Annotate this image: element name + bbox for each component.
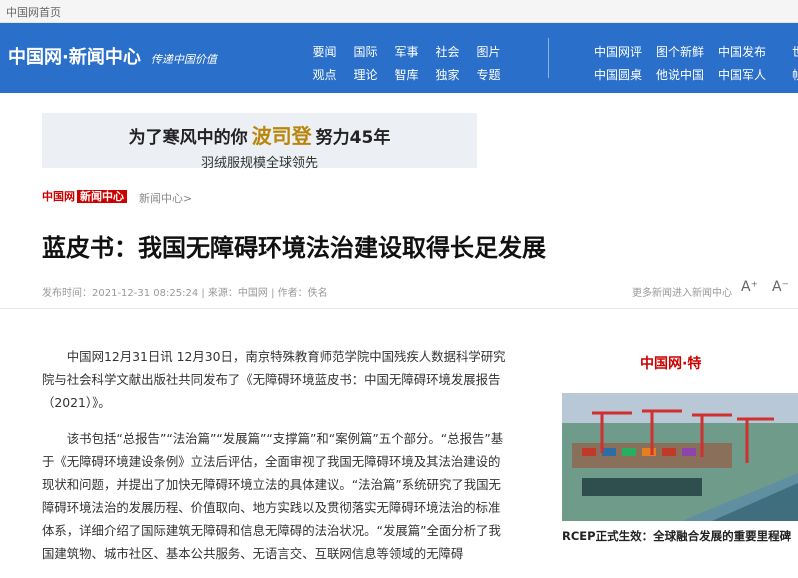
main-nav-item[interactable]: 智库: [386, 66, 427, 83]
header-separator: [0, 308, 798, 309]
secondary-nav-item[interactable]: 他说中国: [649, 66, 711, 83]
main-nav-item[interactable]: 社会: [427, 43, 468, 60]
font-increase-button[interactable]: A⁺: [741, 279, 758, 295]
site-header: 中国网·新闻中心 传递中国价值 要闻 国际 军事 社会 图片观点 理论 智库 独家 专题 中国网评…: [0, 23, 798, 93]
main-nav-item[interactable]: 军事: [386, 43, 427, 60]
article-meta: 发布时间：2021-12-31 08:25:24 | 来源：中国网 | 作者：佚…: [42, 288, 328, 299]
main-nav-item[interactable]: 国际: [345, 43, 386, 60]
secondary-nav-item[interactable]: 世相: [773, 43, 798, 60]
main-nav-item[interactable]: 要闻: [304, 43, 345, 60]
breadcrumb-badge: 新闻中心: [77, 190, 127, 203]
sidebar-logo: 中国网·特: [640, 356, 702, 372]
news-photo[interactable]: [562, 393, 798, 521]
port-image: [562, 393, 798, 521]
secondary-nav: 中国网评图个新鲜中国发布世相中国圆桌他说中国中国军人帧像: [587, 43, 798, 83]
top-bar: 中国网首页: [0, 0, 798, 23]
breadcrumb-logo-text: 中国网: [42, 190, 75, 203]
secondary-nav-item[interactable]: 中国网评: [587, 43, 649, 60]
secondary-nav-item[interactable]: 中国发布: [711, 43, 773, 60]
font-decrease-button[interactable]: A⁻: [772, 279, 789, 295]
logo-slogan: 传递中国价值: [150, 53, 217, 66]
main-nav-item[interactable]: 图片: [468, 43, 509, 60]
main-nav-item[interactable]: 独家: [427, 66, 468, 83]
article-paragraph: 该书包括“总报告”“法治篇”“发展篇”“支撑篇”和“案例篇”五个部分。“总报告”…: [42, 431, 504, 561]
secondary-nav-item[interactable]: 中国圆桌: [587, 66, 649, 83]
main-nav-item[interactable]: 专题: [468, 66, 509, 83]
ad-text-post: 努力45年: [315, 128, 391, 148]
nav-divider: [548, 38, 549, 78]
ad-brand: 波司登: [251, 124, 312, 148]
breadcrumb-logo[interactable]: 中国网 新闻中心: [42, 188, 127, 204]
main-nav: 要闻 国际 军事 社会 图片观点 理论 智库 独家 专题: [304, 43, 509, 83]
logo-text: 中国网·新闻中心: [8, 47, 141, 68]
site-logo[interactable]: 中国网·新闻中心 传递中国价值: [8, 43, 217, 69]
secondary-nav-item[interactable]: 图个新鲜: [649, 43, 711, 60]
home-link[interactable]: 中国网首页: [6, 4, 61, 20]
article-body: 中国网12月31日讯 12月30日，南京特殊教育师范学院中国残疾人数据科学研究院…: [42, 345, 512, 578]
ad-subline: 羽绒服规模全球领先: [200, 156, 318, 171]
main-nav-item[interactable]: 理论: [345, 66, 386, 83]
more-news-link[interactable]: 更多新闻进入新闻中心: [632, 284, 732, 299]
main-nav-item[interactable]: 观点: [304, 66, 345, 83]
article-paragraph: 中国网12月31日讯 12月30日，南京特殊教育师范学院中国残疾人数据科学研究院…: [42, 349, 506, 410]
ad-text-pre: 为了寒风中的你: [128, 128, 248, 148]
advertisement-banner[interactable]: 为了寒风中的你 波司登 努力45年 羽绒服规模全球领先: [42, 113, 477, 171]
secondary-nav-item[interactable]: 中国军人: [711, 66, 773, 83]
secondary-nav-item[interactable]: 帧像: [773, 66, 798, 83]
photo-caption[interactable]: RCEP正式生效：全球融合发展的重要里程碑: [562, 528, 791, 544]
article-title: 蓝皮书：我国无障碍环境法治建设取得长足发展: [42, 234, 546, 262]
breadcrumb[interactable]: 新闻中心>: [139, 190, 192, 206]
ad-headline: 为了寒风中的你 波司登 努力45年: [42, 120, 477, 149]
